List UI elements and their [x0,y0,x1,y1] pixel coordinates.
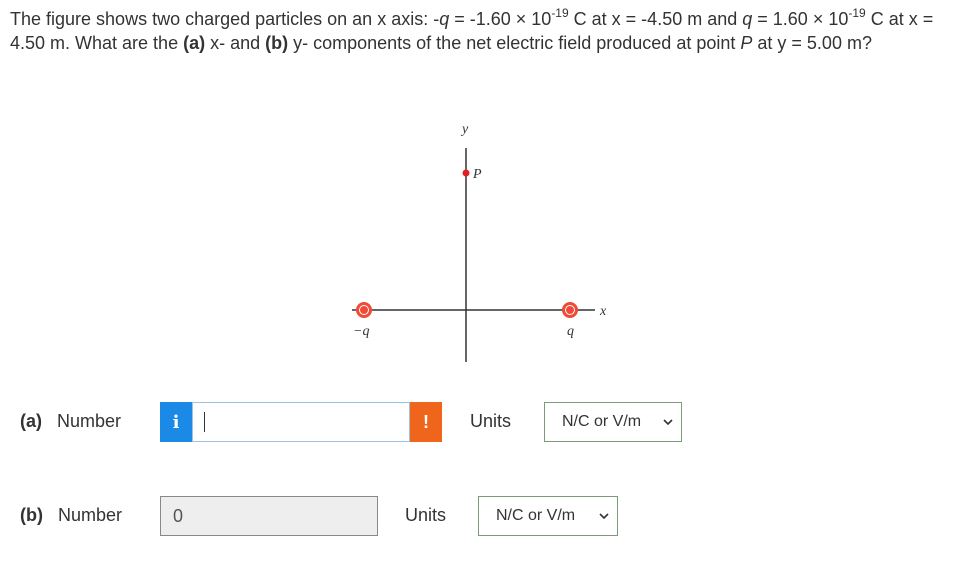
part-b-number-input[interactable] [160,496,378,536]
part-b-units-value: N/C or V/m [496,507,576,524]
part-b-units-label: Units [405,505,447,525]
part-b-units-select[interactable]: N/C or V/m [478,496,618,536]
warning-icon[interactable]: ! [410,402,442,442]
neg-charge-label: −q [353,324,369,339]
part-a-number-input[interactable] [192,402,410,442]
question-text: The figure shows two charged particles o… [10,6,934,53]
part-a-label: (a) Number [20,411,122,431]
chevron-down-icon [599,513,609,520]
point-p-label: P [472,167,482,182]
x-axis-label: x [599,304,607,319]
part-a-units-select[interactable]: N/C or V/m [544,402,682,442]
charge-diagram-svg: y x P −q q [352,122,607,362]
part-a-units-label: Units [470,411,512,431]
part-a-units-value: N/C or V/m [562,413,642,430]
charge-diagram: y x P −q q [330,118,640,368]
pos-charge-core [566,306,574,314]
chevron-down-icon [663,419,673,426]
pos-charge-label: q [567,324,574,339]
y-axis-label: y [460,122,469,137]
point-p-marker [462,169,470,177]
info-icon[interactable]: i [160,402,192,442]
part-b-label: (b) Number [20,505,123,525]
neg-charge-core [360,306,368,314]
text-caret [204,412,205,432]
